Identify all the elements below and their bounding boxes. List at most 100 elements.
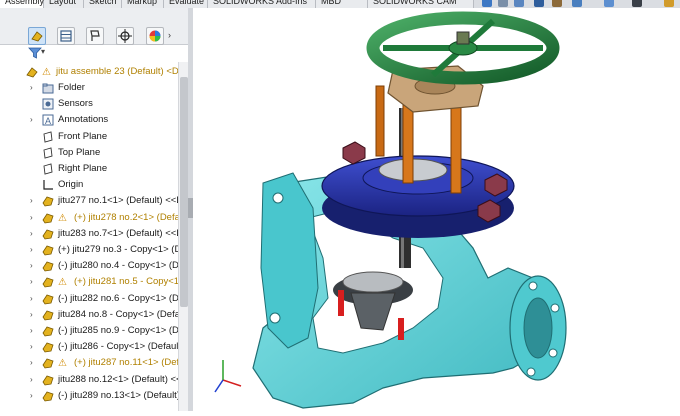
tree-item-label: Top Plane <box>58 146 101 158</box>
configurationmanager-tab[interactable] <box>86 27 104 45</box>
funnel-icon <box>28 47 42 59</box>
expand-arrow-icon[interactable]: › <box>30 193 33 209</box>
tab-evaluate[interactable]: Evaluate <box>164 0 208 8</box>
valve-model[interactable] <box>193 8 680 411</box>
part-icon <box>42 229 54 240</box>
plane-icon <box>43 163 53 175</box>
tab-assembly[interactable]: Assembly <box>0 0 44 8</box>
featuremanager-toolbar: › <box>0 8 192 45</box>
tree-item[interactable]: › (-) jitu289 no.13<1> (Default) < <box>0 388 178 404</box>
tree-item-label: Right Plane <box>58 163 108 174</box>
tree-item[interactable]: Top Plane <box>0 145 178 161</box>
tree-item-label: Annotations <box>58 114 109 126</box>
tree-item[interactable]: › Folder <box>0 80 178 96</box>
expand-arrow-icon[interactable]: › <box>30 323 33 339</box>
part-icon <box>42 294 54 305</box>
tree-item-label: Origin <box>58 179 84 191</box>
bonnet-flange[interactable] <box>321 141 515 238</box>
view-orientation-icon[interactable] <box>572 0 582 7</box>
tree-item[interactable]: Origin <box>0 177 178 193</box>
expand-arrow-icon[interactable]: › <box>30 339 33 355</box>
part-icon <box>42 245 54 256</box>
part-icon <box>42 213 54 224</box>
propertymanager-tab[interactable] <box>57 27 75 45</box>
tree-item[interactable]: › (-) jitu285 no.9 - Copy<1> (Def <box>0 323 178 339</box>
tab-layout[interactable]: Layout <box>44 0 84 8</box>
tree-item-label: (-) jitu280 no.4 - Copy<1> (Def <box>58 260 178 272</box>
tree-item-label: jitu284 no.8 - Copy<1> (Defau <box>58 308 178 320</box>
tab-sketch[interactable]: Sketch <box>84 0 122 8</box>
part-icon <box>42 375 54 386</box>
tree-item-label: (+) jitu281 no.5 - Copy<1> ( <box>74 276 178 288</box>
tree-item[interactable]: › jitu284 no.8 - Copy<1> (Defau <box>0 307 178 323</box>
graphics-area[interactable] <box>193 8 680 411</box>
tree-item[interactable]: › ⚠ (+) jitu287 no.11<1> (Defa <box>0 355 178 371</box>
part-icon <box>42 358 54 369</box>
dimxpert-tab[interactable] <box>116 27 134 45</box>
displaymanager-tab[interactable] <box>146 27 164 45</box>
seal-right <box>398 318 404 340</box>
tree-item[interactable]: › jitu283 no.7<1> (Default) <<D <box>0 226 178 242</box>
warning-icon: ⚠ <box>58 212 67 224</box>
zoom-area-icon[interactable] <box>498 0 508 7</box>
expand-arrow-icon[interactable]: › <box>30 291 33 307</box>
chevron-right-icon[interactable]: › <box>168 30 171 40</box>
expand-arrow-icon[interactable]: › <box>30 80 33 96</box>
featuremanager-design-tree: ⚠ jitu assemble 23 (Default) <Dis › Folde… <box>0 62 178 411</box>
hide-show-icon[interactable] <box>632 0 642 7</box>
configurationmanager-icon <box>90 30 100 41</box>
tree-item-label: Folder <box>58 82 85 93</box>
annotation-icon: A <box>42 114 54 126</box>
tree-item[interactable]: Sensors <box>0 96 178 112</box>
expand-arrow-icon[interactable]: › <box>30 388 33 404</box>
featuremanager-icon <box>31 31 43 42</box>
display-style-icon[interactable] <box>604 0 614 7</box>
assembly-icon <box>26 67 38 78</box>
expand-arrow-icon[interactable]: › <box>30 372 33 388</box>
dynamic-annotation-icon[interactable] <box>552 0 562 7</box>
appearance-icon[interactable] <box>664 0 674 7</box>
seal-left <box>338 290 344 316</box>
section-view-icon[interactable] <box>534 0 544 7</box>
tree-item[interactable]: › ⚠ (+) jitu278 no.2<1> (Defau <box>0 210 178 226</box>
folder-icon <box>42 83 54 94</box>
tree-item[interactable]: › ⚠ (+) jitu281 no.5 - Copy<1> ( <box>0 274 178 290</box>
previous-view-icon[interactable] <box>514 0 524 7</box>
expand-arrow-icon[interactable]: › <box>30 112 33 128</box>
featuremanager-tab[interactable] <box>28 27 46 45</box>
tree-item[interactable]: Right Plane <box>0 161 178 177</box>
origin-icon <box>43 180 53 190</box>
tree-item[interactable]: › (-) jitu282 no.6 - Copy<1> (Def <box>0 291 178 307</box>
expand-arrow-icon[interactable]: › <box>30 355 33 371</box>
part-icon <box>42 261 54 272</box>
expand-arrow-icon[interactable]: › <box>30 242 33 258</box>
handwheel[interactable] <box>366 11 560 85</box>
tab-mbd[interactable]: MBD <box>316 0 368 8</box>
tree-item[interactable]: › jitu288 no.12<1> (Default) <<D <box>0 372 178 388</box>
color-wheel-icon <box>149 30 161 42</box>
propertymanager-icon <box>60 30 72 42</box>
expand-arrow-icon[interactable]: › <box>30 274 33 290</box>
tree-item[interactable]: › A Annotations <box>0 112 178 128</box>
tree-item[interactable]: › (+) jitu279 no.3 - Copy<1> (Def <box>0 242 178 258</box>
filter-button[interactable]: ▾ <box>28 47 45 62</box>
tree-item[interactable]: Front Plane <box>0 129 178 145</box>
part-icon <box>42 326 54 337</box>
expand-arrow-icon[interactable]: › <box>30 307 33 323</box>
expand-arrow-icon[interactable]: › <box>30 258 33 274</box>
tree-item-label: jitu288 no.12<1> (Default) <<D <box>58 373 178 385</box>
tab-solidworks-add-ins[interactable]: SOLIDWORKS Add-Ins <box>208 0 316 8</box>
expand-arrow-icon[interactable]: › <box>30 226 33 242</box>
part-icon <box>42 342 54 353</box>
tree-item[interactable]: › jitu277 no.1<1> (Default) <<D <box>0 193 178 209</box>
scrollbar-thumb[interactable] <box>180 77 188 307</box>
tab-markup[interactable]: Markup <box>122 0 164 8</box>
part-icon <box>42 310 54 321</box>
tab-solidworks-cam[interactable]: SOLIDWORKS CAM <box>368 0 474 8</box>
zoom-fit-icon[interactable] <box>482 0 492 7</box>
expand-arrow-icon[interactable]: › <box>30 210 33 226</box>
tree-item-label: (-) jitu289 no.13<1> (Default) < <box>58 389 178 401</box>
tree-item[interactable]: › (-) jitu286 - Copy<1> (Default) <box>0 339 178 355</box>
tree-item[interactable]: › (-) jitu280 no.4 - Copy<1> (Def <box>0 258 178 274</box>
tree-root[interactable]: ⚠ jitu assemble 23 (Default) <Dis <box>0 64 178 80</box>
